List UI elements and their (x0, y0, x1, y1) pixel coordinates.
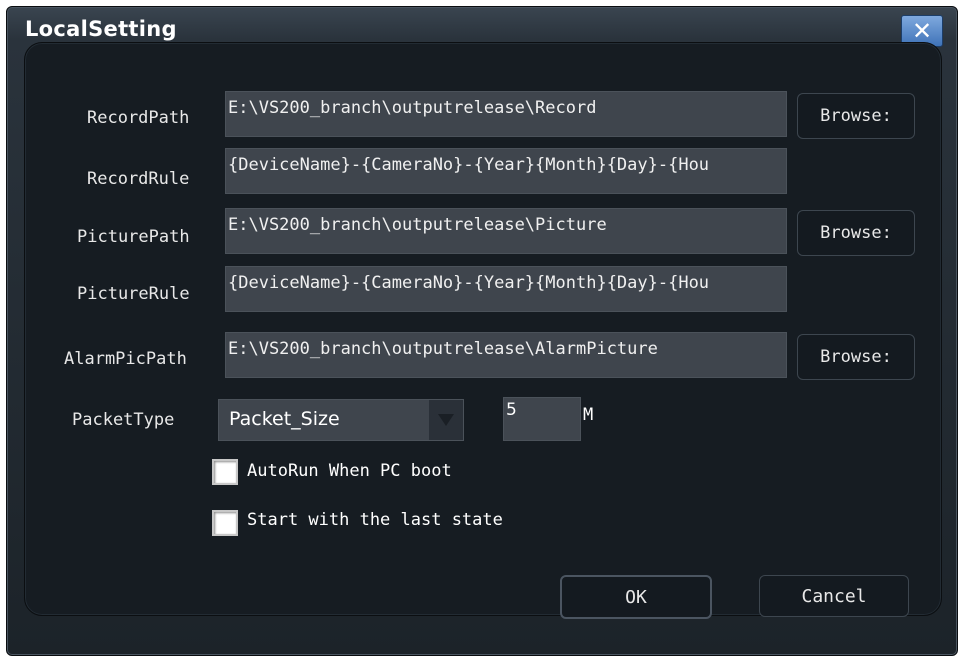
chevron-down-icon[interactable] (429, 400, 463, 440)
alarm-pic-path-browse-button[interactable]: Browse: (797, 334, 915, 380)
picture-rule-field[interactable]: {DeviceName}-{CameraNo}-{Year}{Month}{Da… (225, 266, 787, 312)
packet-size-value: 5 (506, 400, 517, 420)
record-path-field[interactable]: E:\VS200_branch\outputrelease\Record (225, 91, 787, 137)
packet-type-select[interactable]: Packet_Size (218, 399, 464, 441)
packet-size-input[interactable]: 5 (503, 397, 581, 441)
picture-rule-value: {DeviceName}-{CameraNo}-{Year}{Month}{Da… (228, 273, 710, 293)
picture-path-browse-button[interactable]: Browse: (797, 210, 915, 256)
autorun-label: AutoRun When PC boot (247, 461, 452, 481)
picture-rule-label: PictureRule (77, 284, 190, 304)
alarm-pic-path-label: AlarmPicPath (64, 349, 187, 369)
record-rule-field[interactable]: {DeviceName}-{CameraNo}-{Year}{Month}{Da… (225, 148, 787, 194)
close-icon: ✕ (911, 17, 933, 45)
picture-path-field[interactable]: E:\VS200_branch\outputrelease\Picture (225, 208, 787, 254)
record-path-label: RecordPath (87, 108, 190, 128)
packet-size-unit: M (583, 405, 594, 425)
dialog-title: LocalSetting (25, 17, 177, 41)
record-rule-label: RecordRule (87, 169, 190, 189)
packet-type-value: Packet_Size (229, 408, 340, 430)
record-rule-value: {DeviceName}-{CameraNo}-{Year}{Month}{Da… (228, 155, 710, 175)
alarm-pic-path-value: E:\VS200_branch\outputrelease\AlarmPictu… (228, 339, 658, 359)
last-state-checkbox[interactable] (212, 510, 238, 536)
cancel-button[interactable]: Cancel (759, 575, 909, 617)
ok-button[interactable]: OK (560, 575, 712, 619)
record-path-browse-button[interactable]: Browse: (797, 93, 915, 139)
alarm-pic-path-field[interactable]: E:\VS200_branch\outputrelease\AlarmPictu… (225, 332, 787, 378)
last-state-label: Start with the last state (247, 510, 503, 530)
record-path-value: E:\VS200_branch\outputrelease\Record (228, 98, 597, 118)
autorun-checkbox[interactable] (212, 459, 238, 485)
picture-path-value: E:\VS200_branch\outputrelease\Picture (228, 215, 607, 235)
packet-type-label: PacketType (72, 410, 175, 430)
picture-path-label: PicturePath (77, 227, 190, 247)
